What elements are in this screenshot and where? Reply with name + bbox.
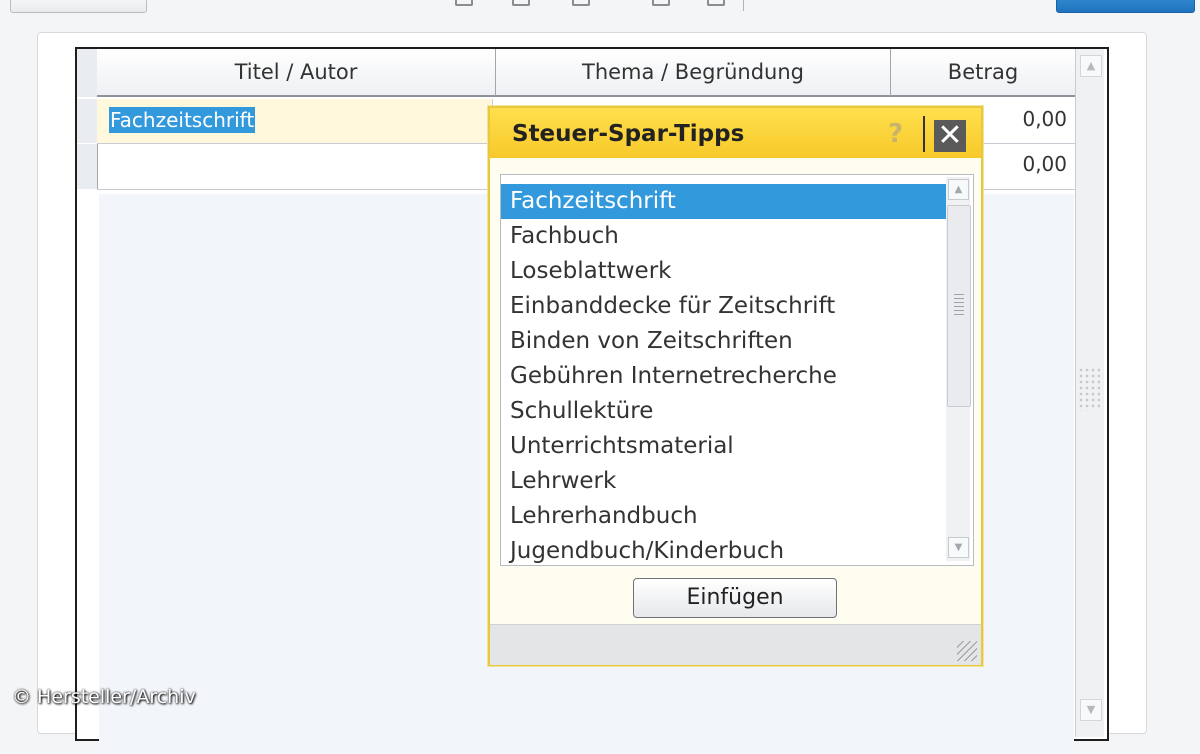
dialog-header: Steuer-Spar-Tipps ? ✕ (490, 108, 981, 158)
list-item[interactable]: Lehrerhandbuch (501, 499, 950, 534)
toolbar-icon-2[interactable] (512, 0, 530, 6)
list-item[interactable]: Unterrichtsmaterial (501, 429, 950, 464)
list-item[interactable]: Binden von Zeitschriften (501, 324, 950, 359)
title-cell[interactable]: Fachzeitschrift (97, 99, 493, 143)
toolbar-icon-1[interactable] (455, 0, 473, 6)
list-item[interactable]: Jugendbuch/Kinderbuch (501, 534, 950, 565)
toolbar-primary-button[interactable] (1056, 0, 1195, 13)
list-item[interactable]: Fachzeitschrift (501, 184, 950, 219)
row-selector[interactable] (77, 144, 98, 189)
list-item[interactable]: Lehrwerk (501, 464, 950, 499)
amount-cell[interactable]: 0,00 (1022, 107, 1067, 131)
resize-grip-icon[interactable] (957, 641, 977, 661)
tax-tips-dialog: Steuer-Spar-Tipps ? ✕ Fachzeitschrift Fac… (488, 106, 983, 666)
tips-listbox[interactable]: Fachzeitschrift Fachbuch Loseblattwerk Einb… (500, 174, 974, 566)
header-separator (923, 116, 925, 152)
list-item[interactable]: Loseblattwerk (501, 254, 950, 289)
scroll-thumb[interactable] (947, 205, 971, 407)
grid-header: Titel / Autor Thema / Begründung Betrag (77, 49, 1077, 99)
scroll-down-icon[interactable]: ▼ (948, 537, 969, 558)
scroll-up-icon[interactable]: ▲ (948, 179, 969, 200)
toolbar-icon-3[interactable] (572, 0, 590, 6)
grid-vertical-scrollbar[interactable]: ▲ ▼ (1075, 49, 1104, 737)
insert-button[interactable]: Einfügen (633, 578, 837, 618)
help-icon[interactable]: ? (888, 119, 903, 149)
close-icon[interactable]: ✕ (934, 120, 966, 152)
dialog-title: Steuer-Spar-Tipps (512, 121, 745, 147)
column-header-amount[interactable]: Betrag (891, 49, 1076, 97)
header-gutter (77, 49, 98, 97)
toolbar-separator (743, 0, 744, 11)
list-item[interactable]: Einbanddecke für Zeitschrift (501, 289, 950, 324)
list-item[interactable]: Schullektüre (501, 394, 950, 429)
toolbar-icon-4[interactable] (652, 0, 670, 6)
scroll-up-icon[interactable]: ▲ (1080, 55, 1102, 77)
listbox-scrollbar[interactable]: ▲ ▼ (946, 177, 971, 561)
title-cell-text[interactable]: Fachzeitschrift (109, 107, 256, 133)
scroll-grip-icon[interactable] (1078, 367, 1100, 411)
toolbar-left-button[interactable] (10, 0, 147, 13)
amount-cell[interactable]: 0,00 (1022, 152, 1067, 176)
toolbar (0, 0, 1200, 20)
column-header-topic[interactable]: Thema / Begründung (496, 49, 891, 97)
list-item[interactable]: Gebühren Internetrecherche (501, 359, 950, 394)
column-header-title[interactable]: Titel / Autor (97, 49, 496, 97)
scroll-down-icon[interactable]: ▼ (1080, 699, 1102, 721)
dialog-footer (490, 624, 981, 665)
row-selector[interactable] (77, 99, 98, 143)
list-item[interactable]: Fachbuch (501, 219, 950, 254)
toolbar-icon-5[interactable] (707, 0, 725, 6)
thumb-grip-icon (954, 294, 964, 316)
copyright-watermark: © Hersteller/Archiv (12, 686, 196, 708)
